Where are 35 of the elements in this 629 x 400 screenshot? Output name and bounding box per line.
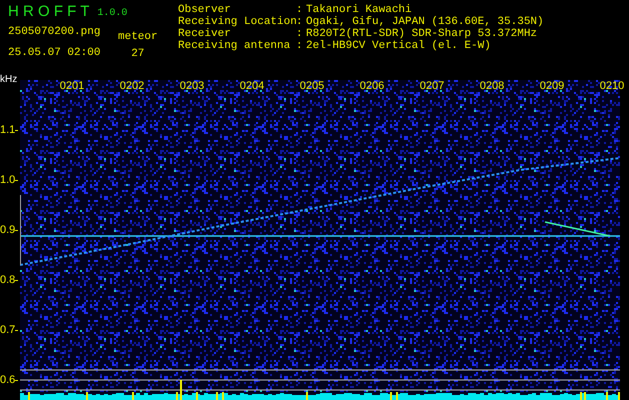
time-label: 0208 (478, 80, 506, 92)
time-label: 0207 (418, 80, 446, 92)
info-value: R820T2(RTL-SDR) SDR-Sharp 53.372MHz (306, 28, 538, 40)
info-label: Receiving Location (178, 16, 296, 28)
axis-label: 1.1 (0, 124, 16, 136)
axis-label: 0.8 (0, 274, 16, 286)
time-label: 0210 (598, 80, 626, 92)
date-time: 25.05.07 02:00 (8, 47, 102, 59)
time-label: 0205 (298, 80, 326, 92)
time-label: 0202 (118, 80, 146, 92)
file-name: 2505070200.png (8, 26, 102, 38)
info-label: Receiving antenna (178, 40, 292, 52)
info-value: Ogaki, Gifu, JAPAN (136.60E, 35.35N) (306, 16, 544, 28)
axis-label: 0.6 (0, 374, 16, 386)
axis-label: 0.7 (0, 324, 16, 336)
time-label: 0203 (178, 80, 206, 92)
time-label: 0209 (538, 80, 566, 92)
info-separator: : (296, 28, 304, 40)
app-name: H R O F F T (8, 4, 90, 20)
info-separator: : (296, 16, 304, 28)
axis-label: 0.9 (0, 224, 16, 236)
time-label: 0201 (58, 80, 86, 92)
time-label: 0204 (238, 80, 266, 92)
info-separator: : (296, 40, 304, 52)
app-version: 1.0.0 (97, 8, 128, 20)
count-label: meteor (118, 31, 158, 43)
info-value: Takanori Kawachi (306, 4, 412, 16)
info-label: Observer (178, 4, 232, 16)
time-label: 0206 (358, 80, 386, 92)
info-label: Receiver (178, 28, 232, 40)
axis-label: 1.0 (0, 174, 16, 186)
unit-label: kHz (0, 74, 18, 86)
meteor-count: 27 (131, 48, 144, 60)
info-value: 2el-HB9CV Vertical (el. E-W) (306, 40, 491, 52)
info-separator: : (296, 4, 304, 16)
